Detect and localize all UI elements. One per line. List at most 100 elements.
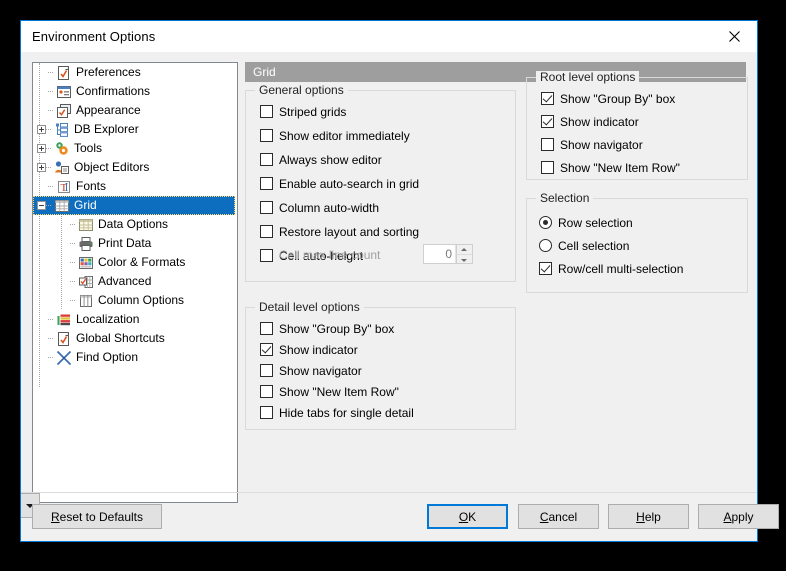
cell-max-line-count-stepper[interactable]: 0 (423, 244, 473, 264)
ok-button[interactable]: OK (427, 504, 508, 529)
checkbox-indicator[interactable] (260, 177, 273, 190)
close-icon[interactable] (712, 21, 757, 51)
checkbox-indicator[interactable] (260, 249, 273, 262)
checkbox-indicator[interactable] (260, 322, 273, 335)
db-explorer-icon (54, 122, 70, 138)
tree-item-print-data[interactable]: Print Data (33, 234, 237, 253)
checkbox-restore-layout-and-sorting[interactable]: Restore layout and sorting (260, 223, 509, 240)
tree-item-grid[interactable]: Grid (33, 196, 235, 215)
help-button[interactable]: Help (608, 504, 689, 529)
tree-item-localization[interactable]: Localization (33, 310, 237, 329)
radio-indicator[interactable] (539, 216, 552, 229)
tree-item-db-explorer[interactable]: DB Explorer (33, 120, 237, 139)
checkbox-indicator[interactable] (541, 161, 554, 174)
radio-cell-selection[interactable]: Cell selection (539, 237, 741, 254)
radio-row-selection[interactable]: Row selection (539, 214, 741, 231)
checkbox-show-indicator[interactable]: Show indicator (260, 341, 509, 358)
checkbox-enable-auto-search-in-grid[interactable]: Enable auto-search in grid (260, 175, 509, 192)
tree-item-appearance[interactable]: Appearance (33, 101, 237, 120)
stepper-up-icon[interactable] (456, 245, 472, 255)
title-bar: Environment Options (21, 21, 757, 52)
checkbox-show-new-item-row[interactable]: Show "New Item Row" (541, 159, 741, 176)
tree-item-find-option[interactable]: Find Option (33, 348, 237, 367)
option-label: Show navigator (279, 363, 362, 378)
option-label: Row/cell multi-selection (558, 261, 684, 276)
checkbox-show-navigator[interactable]: Show navigator (260, 362, 509, 379)
object-editors-icon (54, 160, 70, 176)
checkbox-show-navigator[interactable]: Show navigator (541, 136, 741, 153)
tree-guide (48, 338, 53, 339)
expand-icon[interactable] (37, 163, 46, 172)
tree-item-global-shortcuts[interactable]: Global Shortcuts (33, 329, 237, 348)
tree-guide (70, 300, 75, 301)
tree-guide (70, 262, 75, 263)
tree-item-column-options[interactable]: Column Options (33, 291, 237, 310)
checkbox-indicator[interactable] (541, 92, 554, 105)
checkbox-indicator[interactable] (541, 138, 554, 151)
checkbox-indicator[interactable] (260, 406, 273, 419)
appearance-icon (56, 103, 72, 119)
checkbox-column-auto-width[interactable]: Column auto-width (260, 199, 509, 216)
column-options-icon (78, 293, 94, 309)
tree-item-data-options[interactable]: Data Options (33, 215, 237, 234)
checkbox-show-indicator[interactable]: Show indicator (541, 113, 741, 130)
checkbox-striped-grids[interactable]: Striped grids (260, 103, 509, 120)
option-label: Always show editor (279, 152, 382, 167)
tree-guide (48, 357, 53, 358)
apply-button[interactable]: Apply (698, 504, 779, 529)
tree-guide (70, 224, 75, 225)
checkbox-indicator[interactable] (260, 129, 273, 142)
checkbox-indicator[interactable] (260, 201, 273, 214)
option-label: Hide tabs for single detail (279, 405, 414, 420)
tree-item-label: Object Editors (74, 160, 150, 174)
tree-item-color-formats[interactable]: Color & Formats (33, 253, 237, 272)
checkbox-indicator[interactable] (539, 262, 552, 275)
tree-item-label: Column Options (98, 293, 185, 307)
expand-icon[interactable] (37, 125, 46, 134)
checkbox-show-group-by-box[interactable]: Show "Group By" box (260, 320, 509, 337)
cell-max-line-count-value: 0 (445, 247, 452, 261)
checkbox-indicator[interactable] (541, 115, 554, 128)
tree-item-label: Appearance (76, 103, 141, 117)
options-tree[interactable]: Preferences Confirmations Appearance DB Exp… (32, 62, 238, 503)
reset-to-defaults-button[interactable]: Reset to Defaults (32, 504, 162, 529)
option-label: Show "New Item Row" (279, 384, 399, 399)
checkbox-indicator[interactable] (260, 343, 273, 356)
expand-icon[interactable] (37, 144, 46, 153)
checkbox-indicator[interactable] (260, 225, 273, 238)
cancel-button[interactable]: Cancel (518, 504, 599, 529)
tree-item-label: Print Data (98, 236, 152, 250)
checkbox-row-cell-multi-selection[interactable]: Row/cell multi-selection (539, 260, 741, 277)
color-formats-icon (78, 255, 94, 271)
checkbox-show-new-item-row[interactable]: Show "New Item Row" (260, 383, 509, 400)
cell-max-line-count-label: Cell max line count (279, 247, 381, 262)
settings-pane: Grid General options Striped grids Show e… (245, 62, 748, 541)
environment-options-dialog: Environment Options Preferences Confirmat… (20, 20, 779, 542)
checkbox-show-editor-immediately[interactable]: Show editor immediately (260, 127, 509, 144)
option-label: Column auto-width (279, 200, 380, 215)
option-label: Show "New Item Row" (560, 160, 680, 175)
checkbox-indicator[interactable] (260, 105, 273, 118)
tree-item-confirmations[interactable]: Confirmations (33, 82, 237, 101)
general-options-title: General options (255, 84, 348, 97)
checkbox-hide-tabs-for-single-detail[interactable]: Hide tabs for single detail (260, 404, 509, 421)
stepper-down-icon[interactable] (456, 254, 472, 263)
apply-label: Apply (723, 509, 754, 524)
tree-guide (48, 186, 53, 187)
checkbox-always-show-editor[interactable]: Always show editor (260, 151, 509, 168)
checkbox-show-group-by-box[interactable]: Show "Group By" box (541, 90, 741, 107)
tree-item-label: Fonts (76, 179, 107, 193)
tree-item-label: Color & Formats (98, 255, 186, 269)
tree-item-tools[interactable]: Tools (33, 139, 237, 158)
collapse-icon[interactable] (37, 201, 46, 210)
tree-item-preferences[interactable]: Preferences (33, 63, 237, 82)
data-options-icon (78, 217, 94, 233)
tree-item-object-editors[interactable]: Object Editors (33, 158, 237, 177)
checkbox-indicator[interactable] (260, 385, 273, 398)
tree-item-advanced[interactable]: Advanced (33, 272, 237, 291)
checkbox-indicator[interactable] (260, 364, 273, 377)
checkbox-indicator[interactable] (260, 153, 273, 166)
reset-to-defaults-label: Reset to Defaults (50, 509, 144, 524)
radio-indicator[interactable] (539, 239, 552, 252)
tree-item-fonts[interactable]: T Fonts (33, 177, 237, 196)
